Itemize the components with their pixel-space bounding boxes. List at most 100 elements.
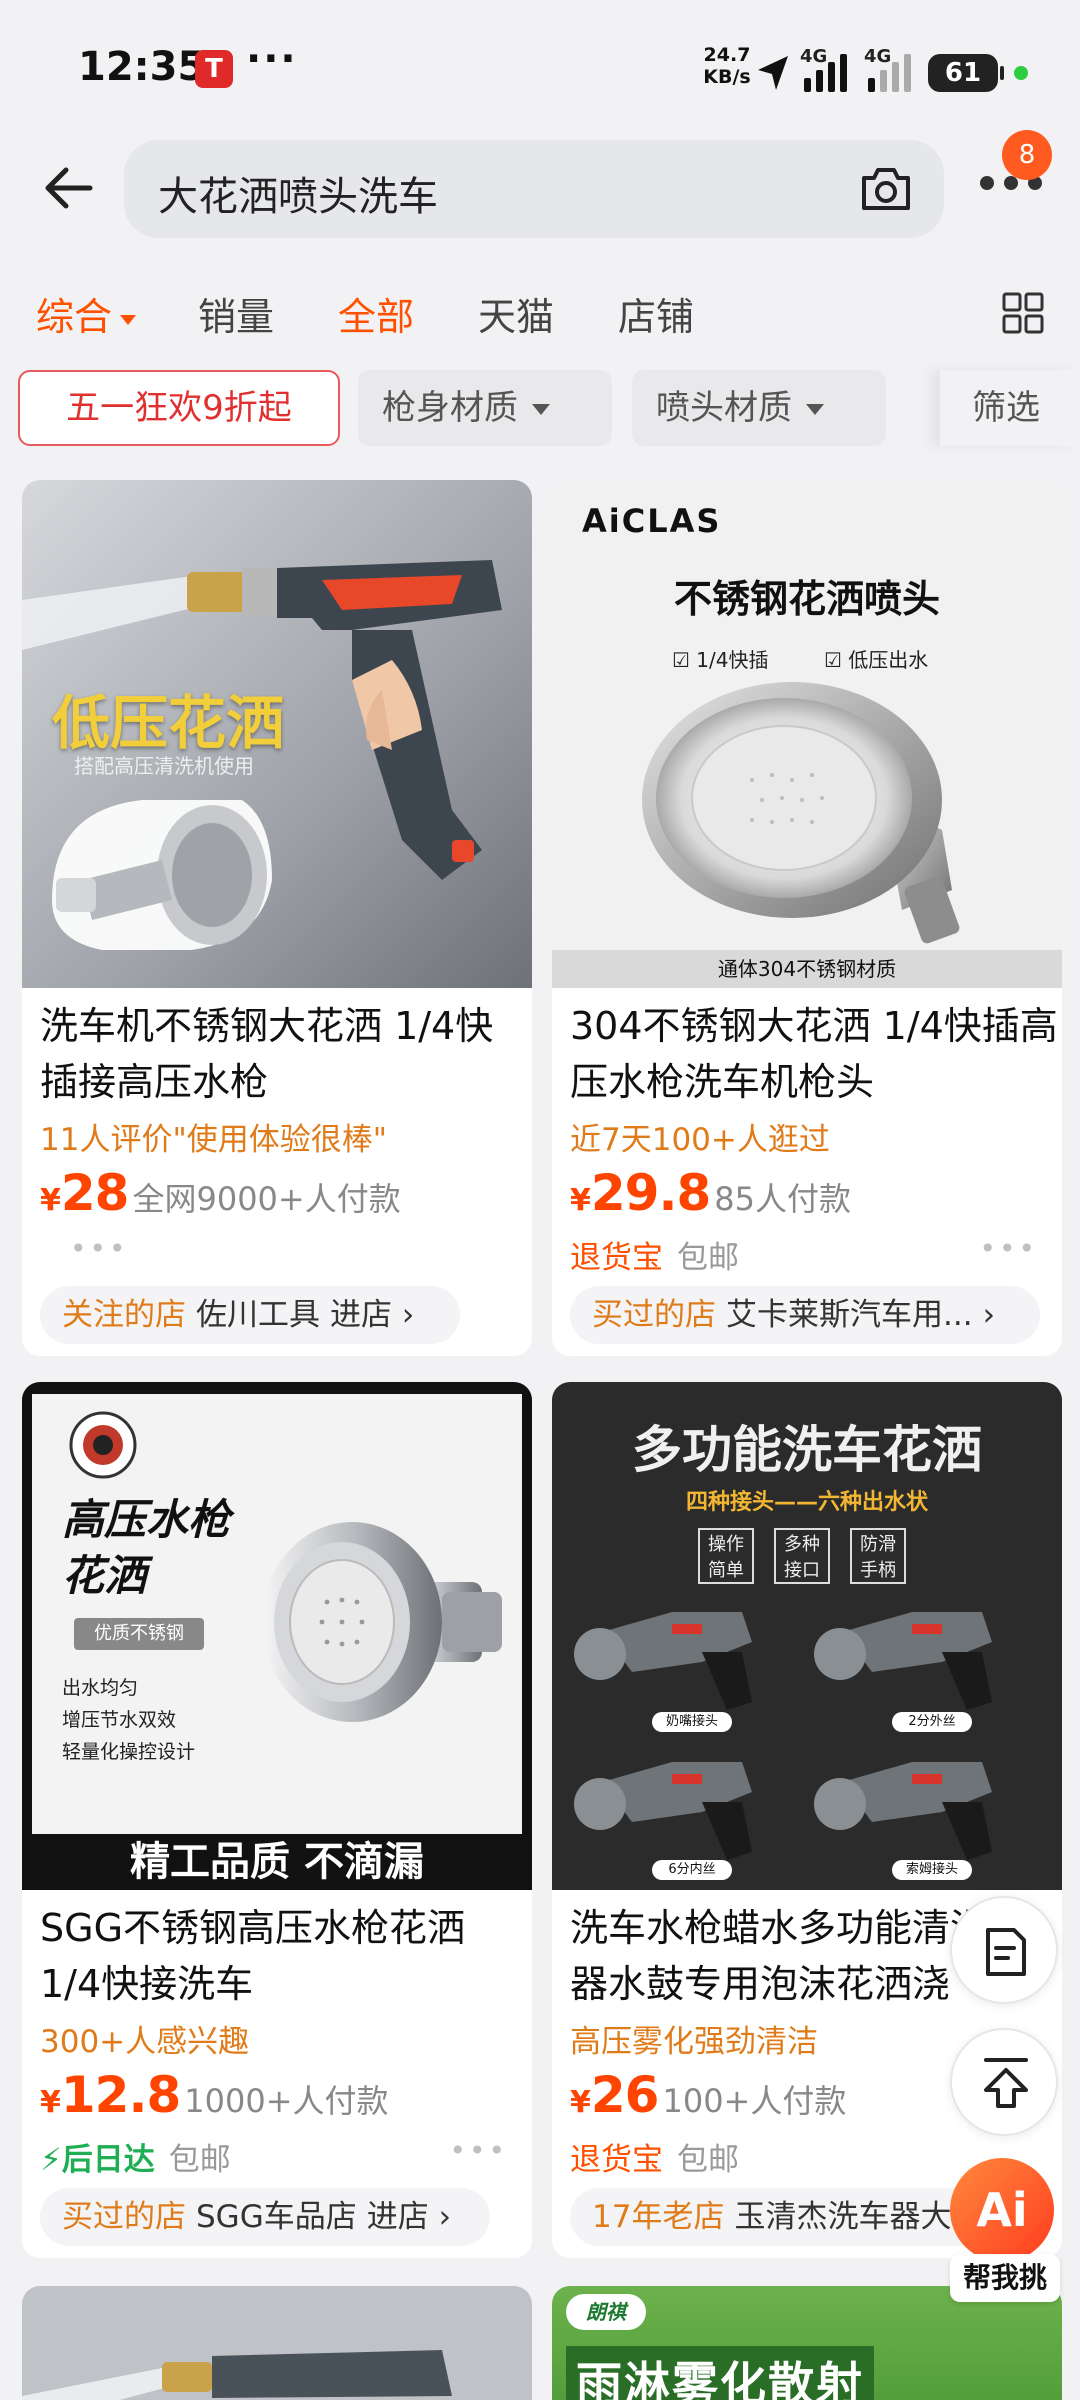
currency: ¥ (570, 2085, 591, 2120)
caret-down-icon (120, 314, 137, 325)
tab-comprehensive-label: 综合 (36, 295, 113, 339)
product-image[interactable]: 高压水枪 花洒 优质不锈钢 出水均匀 增压节水双效 轻量化操控设计 精工品质 不… (22, 1382, 532, 1890)
return-insurance-tag: 退货宝 (570, 2142, 663, 2178)
edit-note-icon (986, 1928, 1026, 1976)
image-subheadline: 四种接头——六种出水状 (685, 1490, 928, 1515)
network-speed-value: 24.7 (703, 44, 751, 66)
tab-comprehensive[interactable]: 综合 (36, 286, 137, 341)
image-feature: ☑ 低压出水 (824, 648, 929, 672)
product-card[interactable]: 低压花洒 搭配高压清洗机使用 洗车机不锈钢大花洒 1/4快插接高压水枪 11人评… (22, 480, 532, 1356)
product-highlight: 近7天100+人逛过 (570, 1122, 830, 1158)
shop-name: SGG车品店 (196, 2199, 357, 2235)
filter-button[interactable]: 筛选 (940, 370, 1080, 446)
shop-pill[interactable]: 买过的店 SGG车品店 进店 › (40, 2188, 490, 2246)
shop-name: 佐川工具 (196, 1297, 320, 1333)
shop-pill[interactable]: 关注的店 佐川工具 进店 › (40, 1286, 460, 1344)
product-image[interactable]: 朗祺 雨淋雾化散射 (552, 2286, 1062, 2400)
feedback-button[interactable] (950, 1896, 1058, 2004)
image-caption: 搭配高压清洗机使用 (74, 754, 254, 778)
enter-shop-link[interactable]: › (983, 1297, 995, 1333)
more-options-icon[interactable]: ••• (979, 1232, 1038, 1265)
status-more: ··· (246, 36, 298, 82)
image-brand: AiCLAS (582, 502, 722, 540)
price: 26 (590, 2066, 660, 2124)
currency: ¥ (40, 1183, 61, 1218)
product-card[interactable]: AiCLAS 不锈钢花洒喷头 ☑ 1/4快插 ☑ 低压出水 通体304不锈钢材质… (552, 480, 1062, 1356)
gun-material-chip[interactable]: 枪身材质 (358, 370, 612, 446)
free-shipping-tag: 包邮 (677, 2142, 739, 2178)
image-headline: 高压水枪 花洒 (62, 1495, 231, 1600)
tab-sales[interactable]: 销量 (198, 286, 274, 341)
promo-chip[interactable]: 五一狂欢9折起 (18, 370, 340, 446)
triangle-down-icon (532, 404, 550, 415)
product-highlight: 高压雾化强劲清洁 (570, 2024, 818, 2060)
image-headline: 雨淋雾化散射 (566, 2346, 874, 2400)
shop-pill[interactable]: 买过的店 艾卡莱斯汽车用... › (570, 1286, 1040, 1344)
product-image[interactable] (22, 2286, 532, 2400)
image-footer: 通体304不锈钢材质 (552, 950, 1062, 988)
more-options-icon[interactable]: ••• (70, 1232, 129, 1265)
image-points: 出水均匀 增压节水双效 轻量化操控设计 (62, 1672, 195, 1768)
price: 28 (60, 1164, 130, 1222)
product-image[interactable]: 多功能洗车花洒 四种接头——六种出水状 操作简单 多种接口 防滑手柄 奶嘴接头 … (552, 1382, 1062, 1890)
sold-count: 1000+人付款 (184, 2082, 389, 2120)
back-to-top-icon (984, 2058, 1028, 2108)
signal-1-label: 4G (800, 46, 828, 67)
tab-tmall[interactable]: 天猫 (478, 286, 554, 341)
battery-icon: 61 (928, 54, 1004, 92)
image-box: 多种接口 (774, 1528, 830, 1584)
grid-icon[interactable] (1002, 292, 1044, 334)
more-options-icon[interactable]: ••• (449, 2134, 508, 2167)
delivery-tag: 后日达 (61, 2142, 155, 2178)
product-card[interactable]: 朗祺 雨淋雾化散射 (552, 2286, 1062, 2400)
price-row: ¥12.8 1000+人付款 (40, 2066, 389, 2124)
triangle-down-icon (806, 404, 824, 415)
search-input[interactable]: 大花洒喷头洗车 (158, 164, 438, 222)
image-brand: 朗祺 (566, 2294, 646, 2330)
shop-tag: 关注的店 (62, 1297, 186, 1333)
enter-shop-link[interactable]: 进店 › (367, 2199, 451, 2235)
network-speed-unit: KB/s (703, 66, 751, 88)
shop-name: 玉清杰洗车器大 (734, 2199, 952, 2235)
free-shipping-tag: 包邮 (677, 1240, 739, 1276)
image-box: 操作简单 (698, 1528, 754, 1584)
product-image[interactable]: AiCLAS 不锈钢花洒喷头 ☑ 1/4快插 ☑ 低压出水 通体304不锈钢材质 (552, 480, 1062, 988)
image-tag: 优质不锈钢 (74, 1618, 204, 1650)
ai-assistant-button[interactable]: Ai (950, 2158, 1054, 2262)
status-bar: 12:35 T ··· 24.7 KB/s 4G 4G 61 (0, 0, 1080, 130)
sort-tabs: 综合 销量 全部 天猫 店铺 (0, 286, 1080, 346)
tab-all[interactable]: 全部 (338, 286, 414, 341)
image-headline: 不锈钢花洒喷头 (673, 577, 940, 621)
image-label: 奶嘴接头 (652, 1712, 732, 1732)
product-card[interactable] (22, 2286, 532, 2400)
product-card[interactable]: 高压水枪 花洒 优质不锈钢 出水均匀 增压节水双效 轻量化操控设计 精工品质 不… (22, 1382, 532, 2258)
product-highlight: 300+人感兴趣 (40, 2024, 250, 2060)
product-title[interactable]: 洗车机不锈钢大花洒 1/4快插接高压水枪 (40, 998, 530, 1110)
network-speed: 24.7 KB/s (700, 44, 754, 88)
shop-tag: 买过的店 (592, 1297, 716, 1333)
product-highlight: 11人评价"使用体验很棒" (40, 1122, 387, 1158)
sold-count: 100+人付款 (662, 2082, 847, 2120)
sold-count: 全网9000+人付款 (132, 1180, 401, 1218)
status-icons: 4G 4G 61 (756, 46, 1028, 92)
image-headline: 多功能洗车花洒 (632, 1421, 982, 1479)
image-box: 防滑手柄 (850, 1528, 906, 1584)
service-tags: 退货宝 包邮 (570, 1232, 739, 1277)
product-title[interactable]: SGG不锈钢高压水枪花洒 1/4快接洗车 (40, 1900, 530, 2012)
price: 12.8 (60, 2066, 181, 2124)
back-to-top-button[interactable] (950, 2028, 1058, 2136)
signal-2-label: 4G (864, 46, 892, 67)
nozzle-material-chip[interactable]: 喷头材质 (632, 370, 886, 446)
search-bar[interactable]: 大花洒喷头洗车 (124, 140, 944, 238)
camera-icon[interactable] (858, 162, 914, 216)
privacy-dot-icon (1014, 66, 1028, 80)
back-arrow-icon[interactable] (40, 158, 100, 218)
product-title[interactable]: 304不锈钢大花洒 1/4快插高压水枪洗车机枪头 (570, 998, 1060, 1110)
lightning-icon: ⚡ (40, 2142, 62, 2178)
price-row: ¥28 全网9000+人付款 (40, 1164, 401, 1222)
product-image[interactable]: 低压花洒 搭配高压清洗机使用 (22, 480, 532, 988)
image-point: 出水均匀 (62, 1677, 139, 1699)
tab-store[interactable]: 店铺 (618, 286, 694, 341)
enter-shop-link[interactable]: 进店 › (330, 1297, 414, 1333)
ai-assistant-label[interactable]: 帮我挑 (950, 2254, 1060, 2302)
